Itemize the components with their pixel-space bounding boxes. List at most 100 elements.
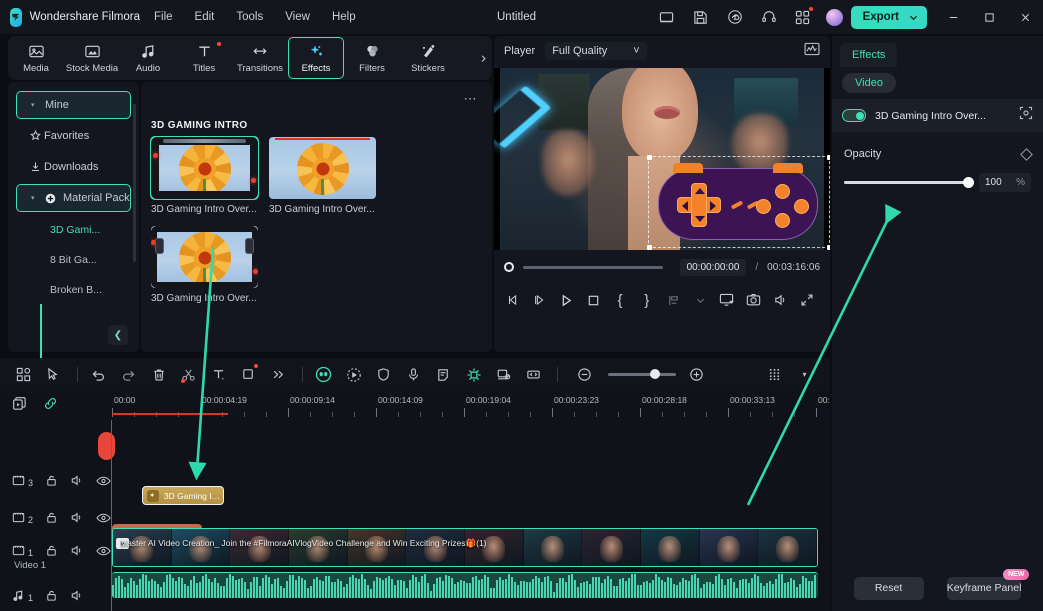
zoom-in-icon[interactable] [683,362,710,388]
split-markers-button[interactable] [662,288,685,312]
zoom-slider[interactable] [608,369,676,380]
sidebar-subitem-broken-b[interactable]: Broken B... [8,275,139,305]
nav-scrollbar[interactable] [133,104,136,262]
visibility-icon[interactable] [96,511,111,529]
menu-help[interactable]: Help [332,11,356,23]
effect-card[interactable]: 3D Gaming Intro Over... [150,136,259,215]
visibility-icon[interactable] [96,474,111,492]
undo-button[interactable] [85,362,112,388]
markers-dropdown-button[interactable] [689,288,712,312]
ribbon-tab-audio[interactable]: Audio [120,37,176,79]
ribbon-tab-filters[interactable]: Filters [344,37,400,79]
sidebar-item-material-pack[interactable]: ▾ Material Pack [16,184,131,212]
current-timecode[interactable]: 00:00:00:00 [679,258,747,276]
next-frame-button[interactable] [529,288,552,312]
export-button[interactable]: Export [850,5,927,29]
auto-highlight-button[interactable] [460,362,487,388]
ai-mask-button[interactable] [310,362,337,388]
reset-button[interactable]: Reset [853,576,924,600]
timeline-clip-effect[interactable]: 3D Gaming In... [142,486,224,505]
seek-handle[interactable] [504,262,514,272]
effect-thumbnail[interactable] [151,226,258,288]
prev-frame-button[interactable] [502,288,525,312]
sidebar-subitem-8-bit-gaming[interactable]: 8 Bit Ga... [8,245,139,275]
voiceover-button[interactable] [400,362,427,388]
delete-button[interactable] [145,362,172,388]
video-preview[interactable] [494,68,830,250]
render-preview-button[interactable] [12,396,27,416]
menu-file[interactable]: File [154,11,173,23]
text-button[interactable] [205,362,232,388]
layout-grid-button[interactable] [10,362,37,388]
chip-video[interactable]: Video [842,73,896,93]
project-icon[interactable] [654,4,680,30]
playhead-handle[interactable] [98,432,115,460]
maximize-button[interactable] [971,0,1007,34]
timeline-settings-icon[interactable] [761,362,788,388]
crop-button[interactable] [235,362,262,388]
mark-in-button[interactable]: { [609,288,632,312]
effect-card[interactable]: 3D Gaming Intro Over... [269,137,376,215]
visibility-icon[interactable] [96,544,111,562]
lock-icon[interactable] [45,589,58,607]
green-screen-button[interactable] [490,362,517,388]
lock-icon[interactable] [45,474,58,492]
menu-edit[interactable]: Edit [195,11,215,23]
opacity-value-field[interactable]: 100 % [979,173,1031,192]
waveform-scope-icon[interactable] [804,42,820,61]
tab-effects[interactable]: Effects [840,43,898,67]
split-button[interactable] [175,362,202,388]
redo-button[interactable] [115,362,142,388]
select-tool-button[interactable] [40,362,67,388]
effect-card[interactable]: 3D Gaming Intro Over... [151,226,258,304]
link-clips-button[interactable] [43,396,58,416]
cloud-upload-icon[interactable] [722,4,748,30]
snapshot-button[interactable] [742,288,765,312]
effect-thumbnail[interactable] [150,136,259,200]
chevron-left-icon[interactable]: ❮ [108,325,128,345]
speed-button[interactable] [520,362,547,388]
keyframe-diamond-icon[interactable] [1020,147,1033,161]
stop-button[interactable] [582,288,605,312]
ribbon-tab-media[interactable]: Media [8,37,64,79]
ribbon-tab-effects[interactable]: Effects [288,37,344,79]
transcript-button[interactable] [430,362,457,388]
effect-thumbnail[interactable] [269,137,376,199]
opacity-slider[interactable] [844,177,974,188]
lock-icon[interactable] [45,511,58,529]
lock-icon[interactable] [45,544,58,562]
shield-button[interactable] [370,362,397,388]
auto-reframe-button[interactable] [340,362,367,388]
mute-icon[interactable] [70,589,84,607]
seek-track[interactable] [522,265,663,269]
menu-tools[interactable]: Tools [236,11,263,23]
sidebar-item-favorites[interactable]: Favorites [16,122,131,150]
track-header-audio-1[interactable]: 1 [0,583,110,611]
mute-icon[interactable] [70,544,84,562]
ribbon-tab-stock-media[interactable]: Stock Media [64,37,120,79]
quality-select[interactable]: Full Quality ˅ [545,42,647,60]
more-options-icon[interactable]: ⋯ [464,91,479,107]
more-tools-button[interactable] [265,362,292,388]
apps-grid-icon[interactable] [790,4,816,30]
sidebar-subitem-3d-gaming[interactable]: 3D Gami... [8,215,139,245]
sidebar-item-downloads[interactable]: Downloads [16,153,131,181]
mute-icon[interactable] [70,511,84,529]
opacity-slider-handle[interactable] [963,177,974,188]
reframe-icon[interactable] [1019,106,1033,125]
timeline-audio-waveform[interactable] [112,572,818,598]
ribbon-tab-stickers[interactable]: Stickers [400,37,456,79]
ribbon-tab-transitions[interactable]: Transitions [232,37,288,79]
screen-render-button[interactable] [715,288,738,312]
save-icon[interactable] [688,4,714,30]
timeline-ruler[interactable]: 00:00 00:00:04:19 00:00:09:14 00:00:14:09 00… [112,391,830,420]
track-header-video-2[interactable]: 2 [0,505,111,535]
volume-button[interactable] [769,288,792,312]
effect-enable-toggle[interactable] [842,109,866,122]
play-button[interactable] [555,288,578,312]
sidebar-item-mine[interactable]: ▾ Mine [16,91,131,119]
applied-effect-row[interactable]: 3D Gaming Intro Over... [832,99,1043,132]
mark-out-button[interactable]: } [635,288,658,312]
mute-icon[interactable] [70,474,84,492]
zoom-slider-handle[interactable] [650,369,660,380]
